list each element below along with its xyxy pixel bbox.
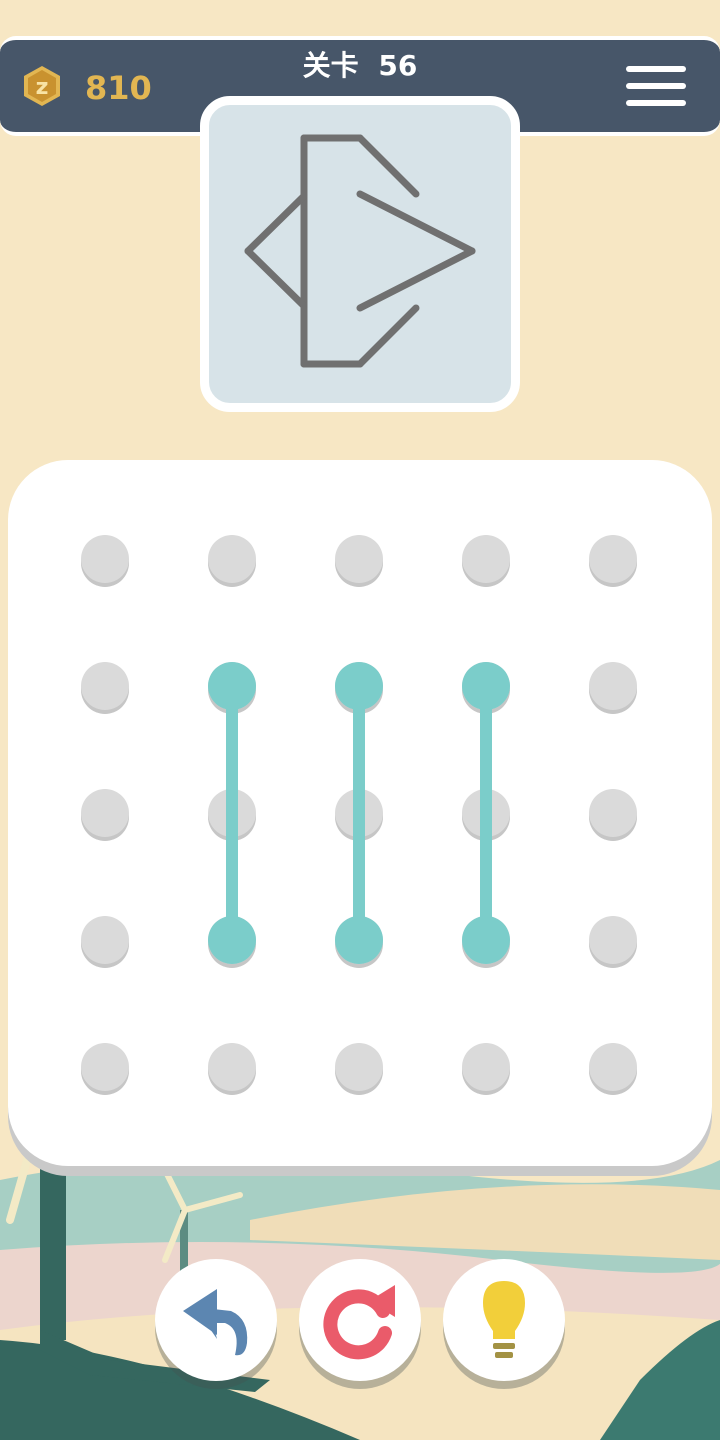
grid-dot-r0-c1[interactable] <box>208 535 256 583</box>
grid-dot-r3-c0[interactable] <box>81 916 129 964</box>
grid-dot-r4-c1[interactable] <box>208 1043 256 1091</box>
active-dot-r1-c3[interactable] <box>462 662 510 710</box>
grid-dot-r4-c3[interactable] <box>462 1043 510 1091</box>
hamburger-menu-icon <box>626 66 686 106</box>
lightbulb-icon <box>483 1281 525 1358</box>
dot-grid[interactable] <box>8 460 712 1166</box>
grid-dot-r4-c0[interactable] <box>81 1043 129 1091</box>
game-board <box>8 460 712 1166</box>
restart-button[interactable] <box>299 1259 421 1381</box>
undo-arrow-icon <box>183 1289 248 1356</box>
hint-button[interactable] <box>443 1259 565 1381</box>
active-dot-r3-c3[interactable] <box>462 916 510 964</box>
level-label: 关卡 <box>302 49 359 82</box>
grid-dot-r0-c2[interactable] <box>335 535 383 583</box>
level-title: 关卡 56 <box>0 48 720 84</box>
menu-button[interactable] <box>626 66 686 112</box>
grid-dot-r1-c0[interactable] <box>81 662 129 710</box>
grid-dot-r4-c4[interactable] <box>589 1043 637 1091</box>
grid-dot-r1-c4[interactable] <box>589 662 637 710</box>
grid-dot-r0-c4[interactable] <box>589 535 637 583</box>
restart-icon <box>323 1285 395 1360</box>
target-pattern-card <box>200 96 520 412</box>
grid-dot-r0-c3[interactable] <box>462 535 510 583</box>
active-dot-r1-c1[interactable] <box>208 662 256 710</box>
active-dot-r3-c2[interactable] <box>335 916 383 964</box>
level-number: 56 <box>378 49 418 82</box>
target-pattern-preview <box>244 134 476 368</box>
grid-dot-r2-c0[interactable] <box>81 789 129 837</box>
grid-dot-r0-c0[interactable] <box>81 535 129 583</box>
grid-dot-r2-c4[interactable] <box>589 789 637 837</box>
undo-button[interactable] <box>155 1259 277 1381</box>
active-dot-r1-c2[interactable] <box>335 662 383 710</box>
grid-dot-r4-c2[interactable] <box>335 1043 383 1091</box>
grid-dot-r3-c4[interactable] <box>589 916 637 964</box>
active-dot-r3-c1[interactable] <box>208 916 256 964</box>
